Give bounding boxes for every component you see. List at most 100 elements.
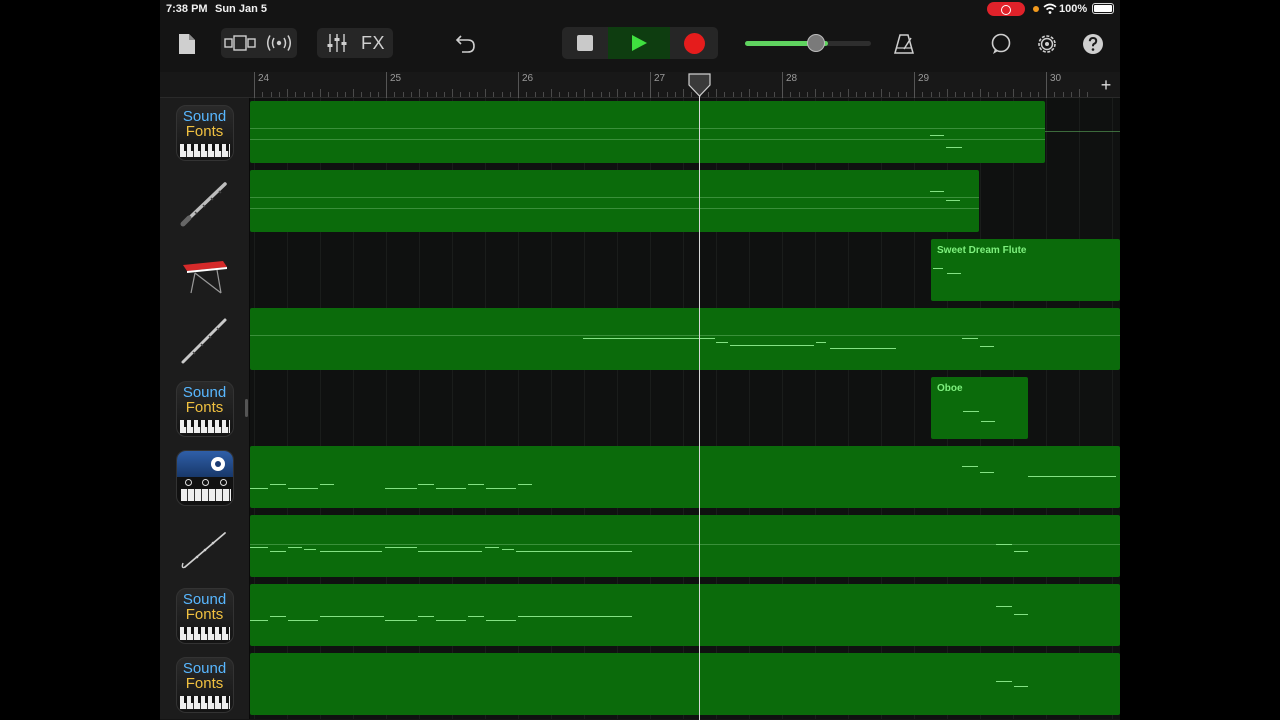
fx-button[interactable]: FX xyxy=(356,30,390,56)
bar-tick xyxy=(386,72,387,98)
timeline-ruler[interactable]: 24 25 26 27 28 29 30 + xyxy=(250,72,1120,98)
oboe-icon xyxy=(181,318,226,363)
beat-tick xyxy=(344,92,346,97)
beat-tick xyxy=(856,92,858,97)
beat-tick xyxy=(815,89,816,97)
track-header[interactable] xyxy=(160,512,250,581)
beat-grid-line xyxy=(584,374,585,443)
midi-region[interactable] xyxy=(250,308,1120,370)
track-lane[interactable] xyxy=(250,581,1120,650)
play-button[interactable] xyxy=(608,27,670,59)
track-lane[interactable] xyxy=(250,305,1120,374)
track-header[interactable] xyxy=(160,305,250,374)
beat-tick xyxy=(971,92,973,97)
beat-grid-line xyxy=(1079,98,1080,167)
beat-tick xyxy=(773,92,775,97)
soundfonts-label-1: Sound xyxy=(182,659,227,677)
beat-tick xyxy=(1079,89,1080,97)
beat-tick xyxy=(897,92,899,97)
note xyxy=(320,551,382,552)
beat-grid-line xyxy=(551,374,552,443)
metronome-button[interactable] xyxy=(890,30,918,58)
red-keyboard-icon xyxy=(182,260,227,293)
beat-grid-line xyxy=(551,236,552,305)
midi-region[interactable] xyxy=(250,515,1120,577)
record-button[interactable] xyxy=(670,27,718,59)
note xyxy=(250,488,268,489)
beat-tick xyxy=(617,89,618,97)
garageband-screen: 7:38 PM Sun Jan 5 100% FX 24 25 26 27 28… xyxy=(160,0,1120,720)
midi-region[interactable] xyxy=(250,446,1120,508)
beat-tick xyxy=(534,92,536,97)
track-lane[interactable] xyxy=(250,443,1120,512)
master-volume-slider[interactable] xyxy=(745,34,871,52)
track-lane[interactable] xyxy=(250,167,1120,236)
help-button[interactable] xyxy=(1079,30,1107,58)
beat-grid-line xyxy=(1112,167,1113,236)
beat-tick xyxy=(592,92,594,97)
track-header-resize-handle[interactable] xyxy=(245,399,248,417)
note xyxy=(320,616,384,617)
beat-grid-line xyxy=(584,236,585,305)
my-songs-button[interactable] xyxy=(176,30,198,58)
beat-grid-line xyxy=(848,236,849,305)
track-lane[interactable]: Oboe xyxy=(250,374,1120,443)
note xyxy=(962,338,978,339)
note xyxy=(436,488,466,489)
beat-grid-line xyxy=(320,236,321,305)
mixer-icon xyxy=(327,34,347,52)
note xyxy=(946,200,960,201)
wifi-icon xyxy=(1043,3,1057,14)
note-line xyxy=(250,208,979,209)
view-toggle-button[interactable] xyxy=(223,30,257,56)
beat-tick xyxy=(435,92,437,97)
status-date: Sun Jan 5 xyxy=(215,3,267,15)
undo-button[interactable] xyxy=(452,30,480,58)
track-row xyxy=(160,443,1120,512)
bar-tick xyxy=(254,72,255,98)
midi-region[interactable] xyxy=(250,653,1120,715)
track-header[interactable] xyxy=(160,236,250,305)
track-lane[interactable] xyxy=(250,650,1120,719)
playhead-handle[interactable] xyxy=(688,73,711,97)
track-header[interactable]: Sound Fonts xyxy=(160,98,250,167)
beat-grid-line xyxy=(683,236,684,305)
track-lane[interactable] xyxy=(250,512,1120,581)
midi-region[interactable] xyxy=(250,170,979,232)
beat-grid-line xyxy=(782,236,783,305)
note xyxy=(270,484,286,485)
status-bar: 7:38 PM Sun Jan 5 100% xyxy=(160,0,1120,18)
note-line xyxy=(250,544,1120,545)
track-header[interactable] xyxy=(160,167,250,236)
battery-percent: 100% xyxy=(1059,3,1088,15)
midi-region[interactable] xyxy=(250,584,1120,646)
stop-button[interactable] xyxy=(562,27,608,59)
live-loops-button[interactable] xyxy=(262,30,296,56)
beat-tick xyxy=(806,92,808,97)
track-header[interactable] xyxy=(160,443,250,512)
note xyxy=(418,616,434,617)
beat-grid-line xyxy=(287,236,288,305)
midi-region[interactable]: Sweet Dream Flute xyxy=(931,239,1120,301)
loop-browser-button[interactable] xyxy=(987,30,1015,58)
midi-region[interactable]: Oboe xyxy=(931,377,1028,439)
beat-tick xyxy=(732,92,734,97)
track-row: Sound Fonts Oboe xyxy=(160,374,1120,443)
settings-button[interactable] xyxy=(1033,30,1061,58)
bar-label: 24 xyxy=(258,73,270,84)
volume-knob[interactable] xyxy=(807,34,825,52)
bar-tick xyxy=(518,72,519,98)
note-line xyxy=(250,128,1045,129)
track-header[interactable]: Sound Fonts xyxy=(160,581,250,650)
beat-grid-line xyxy=(320,374,321,443)
track-lane[interactable] xyxy=(250,98,1120,167)
bar-label: 28 xyxy=(786,73,798,84)
add-section-button[interactable]: + xyxy=(1092,72,1120,98)
beat-tick xyxy=(320,89,321,97)
midi-region[interactable] xyxy=(250,101,1045,163)
track-lane[interactable]: Sweet Dream Flute xyxy=(250,236,1120,305)
track-header[interactable]: Sound Fonts xyxy=(160,374,250,443)
track-header[interactable]: Sound Fonts xyxy=(160,650,250,719)
mixer-button[interactable] xyxy=(320,30,354,56)
note xyxy=(288,547,302,548)
